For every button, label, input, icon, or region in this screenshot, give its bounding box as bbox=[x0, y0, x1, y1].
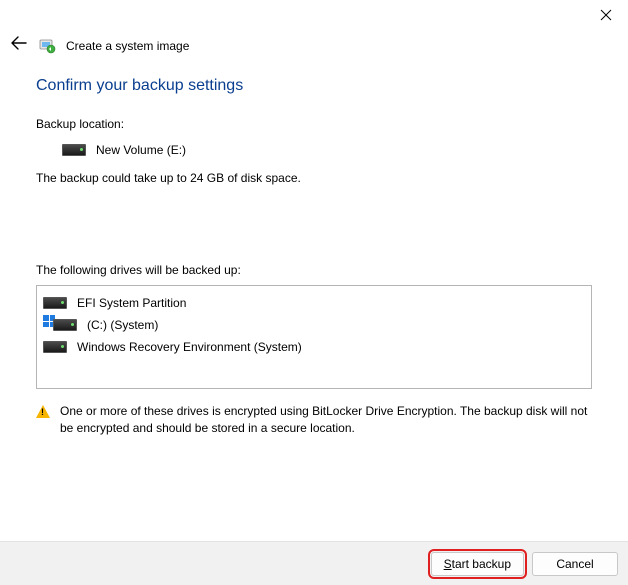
drive-icon bbox=[53, 319, 77, 331]
drive-icon bbox=[43, 341, 67, 353]
system-image-icon bbox=[38, 37, 56, 55]
warning-icon bbox=[36, 405, 50, 418]
drives-list-label: The following drives will be backed up: bbox=[36, 263, 592, 277]
cancel-button[interactable]: Cancel bbox=[532, 552, 618, 576]
close-button[interactable] bbox=[584, 0, 628, 30]
back-button[interactable] bbox=[10, 36, 28, 55]
list-item: Windows Recovery Environment (System) bbox=[41, 336, 587, 358]
drive-icon bbox=[43, 297, 67, 309]
bitlocker-warning: One or more of these drives is encrypted… bbox=[36, 403, 592, 438]
drive-name: (C:) (System) bbox=[87, 318, 158, 332]
list-item: EFI System Partition bbox=[41, 292, 587, 314]
start-backup-button[interactable]: Start backup bbox=[431, 552, 524, 576]
drive-icon bbox=[62, 144, 86, 156]
content-area: Confirm your backup settings Backup loca… bbox=[0, 61, 628, 438]
drives-listbox[interactable]: EFI System Partition (C:) (System) Windo… bbox=[36, 285, 592, 389]
drive-name: EFI System Partition bbox=[77, 296, 186, 310]
footer: Start backup Cancel bbox=[0, 541, 628, 585]
list-item: (C:) (System) bbox=[41, 314, 587, 336]
drive-name: Windows Recovery Environment (System) bbox=[77, 340, 302, 354]
backup-location-row: New Volume (E:) bbox=[62, 143, 592, 157]
window-title: Create a system image bbox=[66, 39, 189, 53]
back-arrow-icon bbox=[11, 36, 27, 50]
warning-text: One or more of these drives is encrypted… bbox=[60, 403, 592, 438]
header-row: Create a system image bbox=[0, 36, 628, 61]
titlebar bbox=[0, 0, 628, 36]
backup-location-label: Backup location: bbox=[36, 117, 592, 131]
backup-location-value: New Volume (E:) bbox=[96, 143, 186, 157]
page-heading: Confirm your backup settings bbox=[36, 77, 592, 95]
space-estimate: The backup could take up to 24 GB of dis… bbox=[36, 171, 592, 185]
close-icon bbox=[600, 9, 612, 21]
